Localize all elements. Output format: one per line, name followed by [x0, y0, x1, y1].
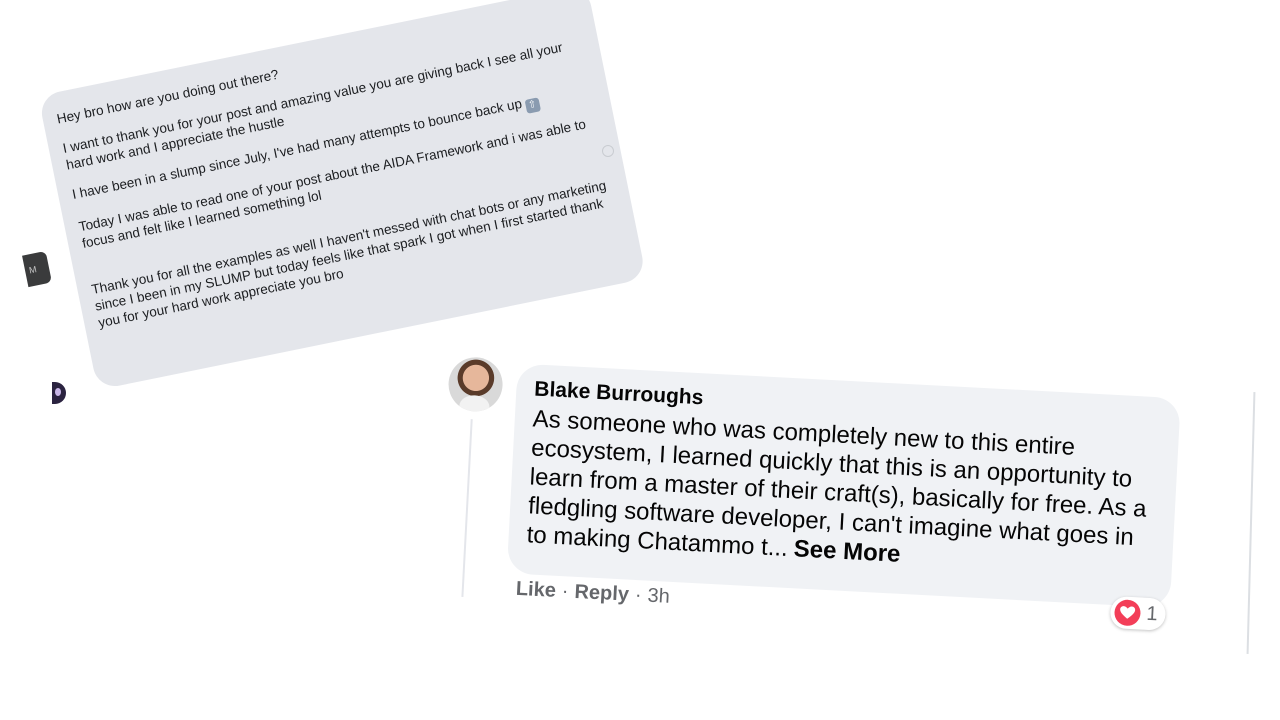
message-bubble: Hey bro how are you doing out there? I w… — [38, 0, 647, 390]
reaction-count: 1 — [1145, 602, 1159, 625]
heart-icon — [1113, 599, 1142, 627]
thread-line — [461, 419, 473, 598]
react-icon[interactable] — [602, 145, 614, 157]
avatar[interactable] — [447, 356, 504, 413]
see-more-link[interactable]: See More — [793, 535, 901, 568]
reaction-summary[interactable]: 1 — [1109, 595, 1167, 631]
up-arrow-emoji-icon: ⇧ — [524, 97, 541, 114]
comment: Blake Burroughs As someone who was compl… — [434, 356, 1269, 699]
timestamp[interactable]: 3h — [647, 585, 670, 608]
screenshot-stage: Hey bro how are you doing out there? I w… — [0, 0, 1280, 720]
side-tab: М — [22, 250, 52, 288]
separator: · — [561, 580, 570, 603]
comment-text: As someone who was completely new to thi… — [526, 404, 1159, 582]
sender-avatar — [52, 382, 66, 404]
comment-bubble: Blake Burroughs As someone who was compl… — [506, 363, 1181, 609]
reply-button[interactable]: Reply — [574, 581, 630, 606]
separator: · — [634, 584, 643, 607]
message-card: Hey bro how are you doing out there? I w… — [38, 0, 647, 390]
like-button[interactable]: Like — [515, 578, 556, 602]
comment-actions: Like · Reply · 3h — [515, 578, 670, 609]
